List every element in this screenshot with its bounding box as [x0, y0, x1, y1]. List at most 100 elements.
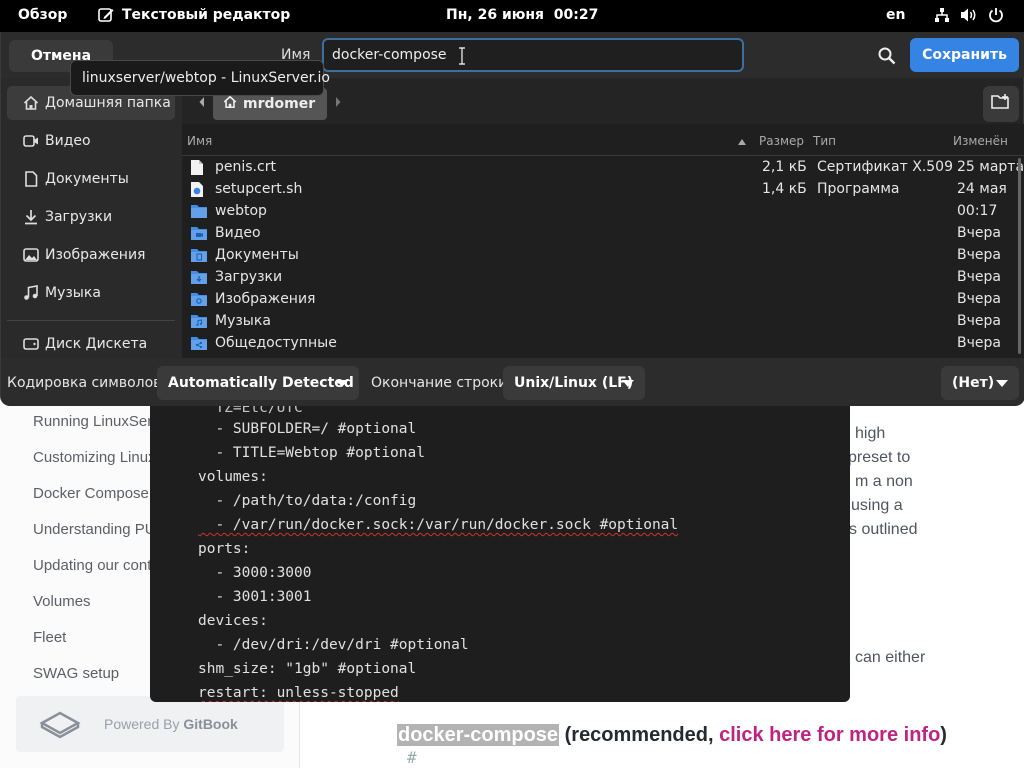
image-icon	[19, 247, 43, 263]
line-ending-value: Unix/Linux (LF)	[514, 375, 634, 391]
file-row[interactable]: Изображения Вчера	[182, 289, 1024, 311]
sidebar-item-music[interactable]: Музыка	[7, 276, 175, 310]
scrollbar[interactable]	[1018, 158, 1021, 354]
code-line: devices:	[198, 613, 268, 629]
chevron-down-icon	[336, 380, 348, 387]
file-row[interactable]: Музыка Вчера	[182, 311, 1024, 333]
file-row[interactable]: webtop 00:17	[182, 201, 1024, 223]
sidebar-item-label: Музыка	[45, 285, 101, 301]
folder-video-icon	[190, 225, 208, 243]
line-ending-label: Окончание строки:	[371, 375, 512, 391]
column-header-name[interactable]: Имя	[187, 134, 212, 148]
list-header: Имя Размер Тип Изменён	[182, 124, 1024, 156]
file-list: Имя Размер Тип Изменён penis.crt 2,1 кБ Се…	[182, 124, 1024, 358]
sidebar-item-documents[interactable]: Документы	[7, 162, 175, 196]
chevron-right-icon	[334, 96, 342, 112]
sidebar-item-label: Загрузки	[45, 209, 113, 225]
file-modified: 25 марта	[957, 159, 1024, 175]
body-text: high	[855, 425, 886, 442]
nav-link[interactable]: Understanding PUI	[33, 521, 160, 538]
folder-public-icon	[190, 335, 208, 353]
top-bar: Обзор Текстовый редактор Пн, 26 июня 00:…	[0, 0, 1024, 32]
code-line: - 3001:3001	[198, 589, 312, 605]
column-header-type[interactable]: Тип	[813, 134, 836, 148]
file-name: Изображения	[215, 291, 316, 307]
anchor-hash[interactable]: #	[407, 748, 417, 767]
file-filter-value: (Нет)	[952, 375, 995, 391]
file-row[interactable]: Загрузки Вчера	[182, 267, 1024, 289]
activities-button[interactable]: Обзор	[18, 7, 67, 23]
encoding-dropdown[interactable]: Automatically Detected	[157, 366, 359, 400]
sidebar-item-floppy[interactable]: Диск Дискета	[7, 327, 175, 361]
line-ending-dropdown[interactable]: Unix/Linux (LF)	[503, 366, 645, 400]
heading-highlight: docker-compose	[397, 724, 560, 746]
nav-link[interactable]: Fleet	[33, 629, 66, 646]
column-header-modified[interactable]: Изменён	[953, 134, 1008, 148]
path-scroll-right-button[interactable]	[327, 88, 349, 120]
file-row[interactable]: Видео Вчера	[182, 223, 1024, 245]
nav-link[interactable]: SWAG setup	[33, 665, 119, 682]
home-icon	[19, 95, 43, 111]
search-icon	[878, 47, 896, 69]
code-line: - SUBFOLDER=/ #optional	[198, 421, 417, 437]
encoding-label: Кодировка символов:	[7, 375, 167, 391]
body-text: using a	[851, 497, 903, 514]
drive-icon	[19, 337, 43, 351]
places-sidebar: Домашняя папка Видео Документы Загрузки …	[1, 78, 182, 358]
network-icon	[934, 7, 950, 23]
sidebar-item-pictures[interactable]: Изображения	[7, 238, 175, 272]
path-segment-label: mrdomer	[243, 96, 316, 112]
file-row[interactable]: setupcert.sh 1,4 кБ Программа 24 мая	[182, 179, 1024, 201]
music-icon	[19, 285, 43, 301]
nav-link[interactable]: Customizing Linux	[33, 449, 156, 466]
encoding-value: Automatically Detected	[168, 375, 354, 391]
nav-link[interactable]: Docker Compose	[33, 485, 149, 502]
app-menu[interactable]: Текстовый редактор	[98, 7, 290, 23]
file-filter-dropdown[interactable]: (Нет)	[941, 366, 1019, 400]
new-folder-button[interactable]	[983, 86, 1019, 122]
sidebar-item-videos[interactable]: Видео	[7, 124, 175, 158]
file-row[interactable]: penis.crt 2,1 кБ Сертификат X.509 25 марта	[182, 157, 1024, 179]
sidebar-item-downloads[interactable]: Загрузки	[7, 200, 175, 234]
file-modified: Вчера	[957, 247, 1001, 263]
file-size: 2,1 кБ	[762, 159, 807, 175]
dialog-footer: Кодировка символов: Automatically Detect…	[1, 358, 1024, 406]
clock[interactable]: Пн, 26 июня 00:27	[446, 7, 598, 23]
save-button[interactable]: Сохранить	[910, 38, 1019, 72]
nav-link[interactable]: Volumes	[33, 593, 91, 610]
chevron-left-icon	[198, 96, 206, 112]
column-header-size[interactable]: Размер	[759, 134, 804, 148]
file-modified: Вчера	[957, 291, 1001, 307]
powered-by-gitbook[interactable]: Powered By GitBook	[16, 696, 284, 752]
folder-documents-icon	[190, 247, 208, 265]
body-text: m a non	[855, 473, 913, 490]
file-name: Видео	[215, 225, 261, 241]
filename-value: docker-compose	[332, 47, 447, 63]
filename-input[interactable]: docker-compose	[322, 38, 744, 72]
search-button[interactable]	[869, 38, 903, 72]
file-modified: 24 мая	[957, 181, 1007, 197]
more-info-link[interactable]: click here for more info	[719, 724, 940, 746]
file-type: Сертификат X.509	[817, 159, 954, 175]
code-line: volumes:	[198, 469, 268, 485]
home-icon	[223, 95, 237, 113]
nav-link[interactable]: Updating our conta	[33, 557, 160, 574]
app-name: Текстовый редактор	[122, 7, 291, 23]
video-icon	[19, 133, 43, 149]
text-cursor-icon	[458, 47, 466, 68]
file-row[interactable]: Общедоступные Вчера	[182, 333, 1024, 355]
file-row[interactable]: Документы Вчера	[182, 245, 1024, 267]
code-line: - /dev/dri:/dev/dri #optional	[198, 637, 469, 653]
code-line: - /path/to/data:/config	[198, 493, 417, 509]
folder-pictures-icon	[190, 291, 208, 309]
system-status-menu[interactable]	[934, 7, 1004, 23]
file-modified: Вчера	[957, 269, 1001, 285]
sidebar-item-label: Документы	[45, 171, 129, 187]
file-name: Документы	[215, 247, 299, 263]
file-modified: Вчера	[957, 313, 1001, 329]
file-modified: Вчера	[957, 335, 1001, 351]
code-line: - 3000:3000	[198, 565, 312, 581]
sort-ascending-icon	[737, 135, 747, 149]
keyboard-layout-indicator[interactable]: en	[886, 7, 905, 23]
gitbook-logo-icon	[32, 704, 88, 744]
